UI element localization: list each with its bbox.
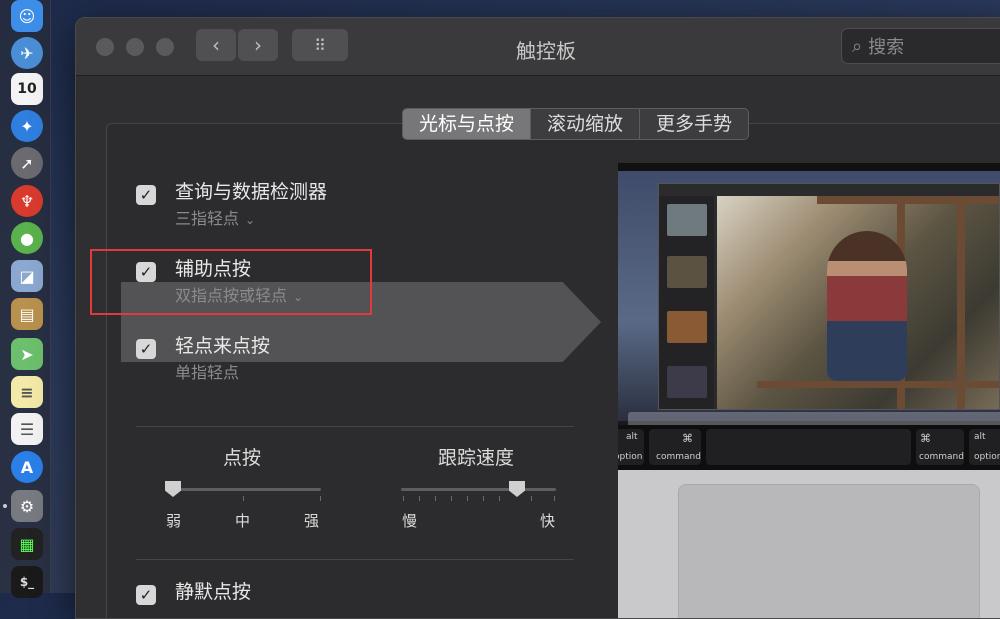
photo-beam	[757, 381, 999, 388]
thumbnail	[667, 311, 707, 343]
key-label: ⌘	[682, 432, 693, 445]
slider-tick	[435, 496, 436, 501]
click-weak-label: 弱	[166, 512, 182, 530]
maps-icon[interactable]: ➤	[11, 338, 43, 370]
title-bar: ‹ › ⠿ 触控板 ⌕ 搜索	[76, 18, 1000, 76]
option-subtitle: 单指轻点	[175, 363, 240, 382]
safari-icon[interactable]: ✦	[11, 110, 43, 142]
key-option-right: alt option	[969, 429, 1000, 465]
preview-trackpad	[678, 484, 980, 618]
key-label: ⌘	[920, 432, 931, 445]
option-title: 静默点按	[175, 581, 252, 603]
preferences-window: ‹ › ⠿ 触控板 ⌕ 搜索 光标与点按 滚动缩放 更多手势 ✓ 查询与数据检测…	[75, 17, 1000, 619]
key-label: command	[656, 452, 701, 462]
key-label: alt	[626, 432, 638, 442]
preview-desktop	[618, 171, 1000, 428]
notes-icon[interactable]: ≡	[11, 376, 43, 408]
dock: ☺ ✈ 10 ✦ ➚ ♆ ● ◪ ▤ ➤ ≡ ☰ A ⚙ ▦ $_	[0, 0, 51, 598]
tab-scroll-zoom[interactable]: 滚动缩放	[531, 109, 641, 139]
option-subtitle: 三指轻点	[175, 209, 240, 228]
activity-monitor-icon[interactable]: ▦	[11, 528, 43, 560]
finder-icon[interactable]: ☺	[11, 0, 43, 32]
calendar-icon[interactable]: 10	[11, 73, 43, 105]
slider-tick	[419, 496, 420, 501]
slider-tick	[554, 496, 555, 501]
chevron-down-icon: ⌄	[245, 213, 256, 227]
contacts-icon[interactable]: ▤	[11, 298, 43, 330]
option-title: 轻点来点按	[175, 335, 271, 357]
preview-menubar	[618, 163, 1000, 171]
key-space	[706, 429, 911, 465]
tab-bar: 光标与点按 滚动缩放 更多手势	[402, 108, 750, 140]
running-indicator	[3, 504, 7, 508]
click-slider-label: 点按	[223, 447, 262, 469]
click-slider-track[interactable]	[166, 488, 321, 491]
key-label: option	[618, 452, 643, 462]
search-icon: ⌕	[852, 35, 863, 57]
tap-to-click-checkbox[interactable]: ✓	[136, 339, 156, 359]
slider-tick	[467, 496, 468, 501]
key-command-right: ⌘ command	[916, 429, 964, 465]
slider-tick	[403, 496, 404, 501]
speed-slow-label: 慢	[402, 512, 418, 530]
tab-more-gestures[interactable]: 更多手势	[640, 109, 748, 139]
preview-window	[658, 183, 1000, 410]
tab-point-click[interactable]: 光标与点按	[403, 109, 532, 139]
terminal-icon[interactable]: $_	[11, 566, 43, 598]
thumbnail	[667, 204, 707, 236]
preview-sidebar	[659, 196, 714, 409]
key-option-left: alt option	[618, 429, 644, 465]
thumbnail	[667, 256, 707, 288]
system-preferences-icon[interactable]: ⚙	[11, 490, 43, 522]
slider-tick	[531, 496, 532, 501]
speed-fast-label: 快	[540, 512, 556, 530]
slider-tick	[243, 496, 244, 501]
reminders-icon[interactable]: ☰	[11, 413, 43, 445]
divider	[136, 559, 574, 560]
photo-beam	[957, 196, 965, 409]
option-subtitle-popup[interactable]: 三指轻点 ⌄	[175, 205, 255, 229]
click-strong-label: 强	[304, 512, 320, 530]
highlight-annotation	[90, 249, 372, 315]
key-command-left: ⌘ command	[649, 429, 701, 465]
preview-keyboard: alt option ⌘ command ⌘ command alt optio…	[618, 425, 1000, 470]
photo-person	[827, 231, 907, 381]
preview-photo	[717, 196, 999, 409]
divider	[136, 426, 574, 427]
slider-tick	[483, 496, 484, 501]
click-medium-label: 中	[235, 512, 251, 530]
key-label: alt	[974, 432, 986, 442]
gesture-preview-image: alt option ⌘ command ⌘ command alt optio…	[618, 163, 1000, 618]
silent-click-checkbox[interactable]: ✓	[136, 585, 156, 605]
rocket-icon[interactable]: ➚	[11, 147, 43, 179]
key-label: command	[919, 452, 964, 462]
photo-beam	[817, 196, 999, 204]
app-store-icon[interactable]: A	[11, 451, 43, 483]
speed-slider-track[interactable]	[401, 488, 556, 491]
lookup-checkbox[interactable]: ✓	[136, 185, 156, 205]
slider-tick	[320, 496, 321, 501]
launchpad-icon[interactable]: ✈	[11, 37, 43, 69]
preview-app-icon[interactable]: ◪	[11, 260, 43, 292]
thumbnail	[667, 366, 707, 398]
search-placeholder: 搜索	[868, 37, 905, 58]
app-red-icon[interactable]: ♆	[11, 185, 43, 217]
slider-tick	[499, 496, 500, 501]
key-label: option	[974, 452, 1000, 462]
android-icon[interactable]: ●	[11, 222, 43, 254]
preview-laptop-body	[618, 470, 1000, 618]
option-title: 查询与数据检测器	[175, 181, 328, 203]
speed-slider-label: 跟踪速度	[438, 447, 515, 469]
slider-tick	[451, 496, 452, 501]
search-field[interactable]: ⌕ 搜索	[841, 28, 1000, 64]
